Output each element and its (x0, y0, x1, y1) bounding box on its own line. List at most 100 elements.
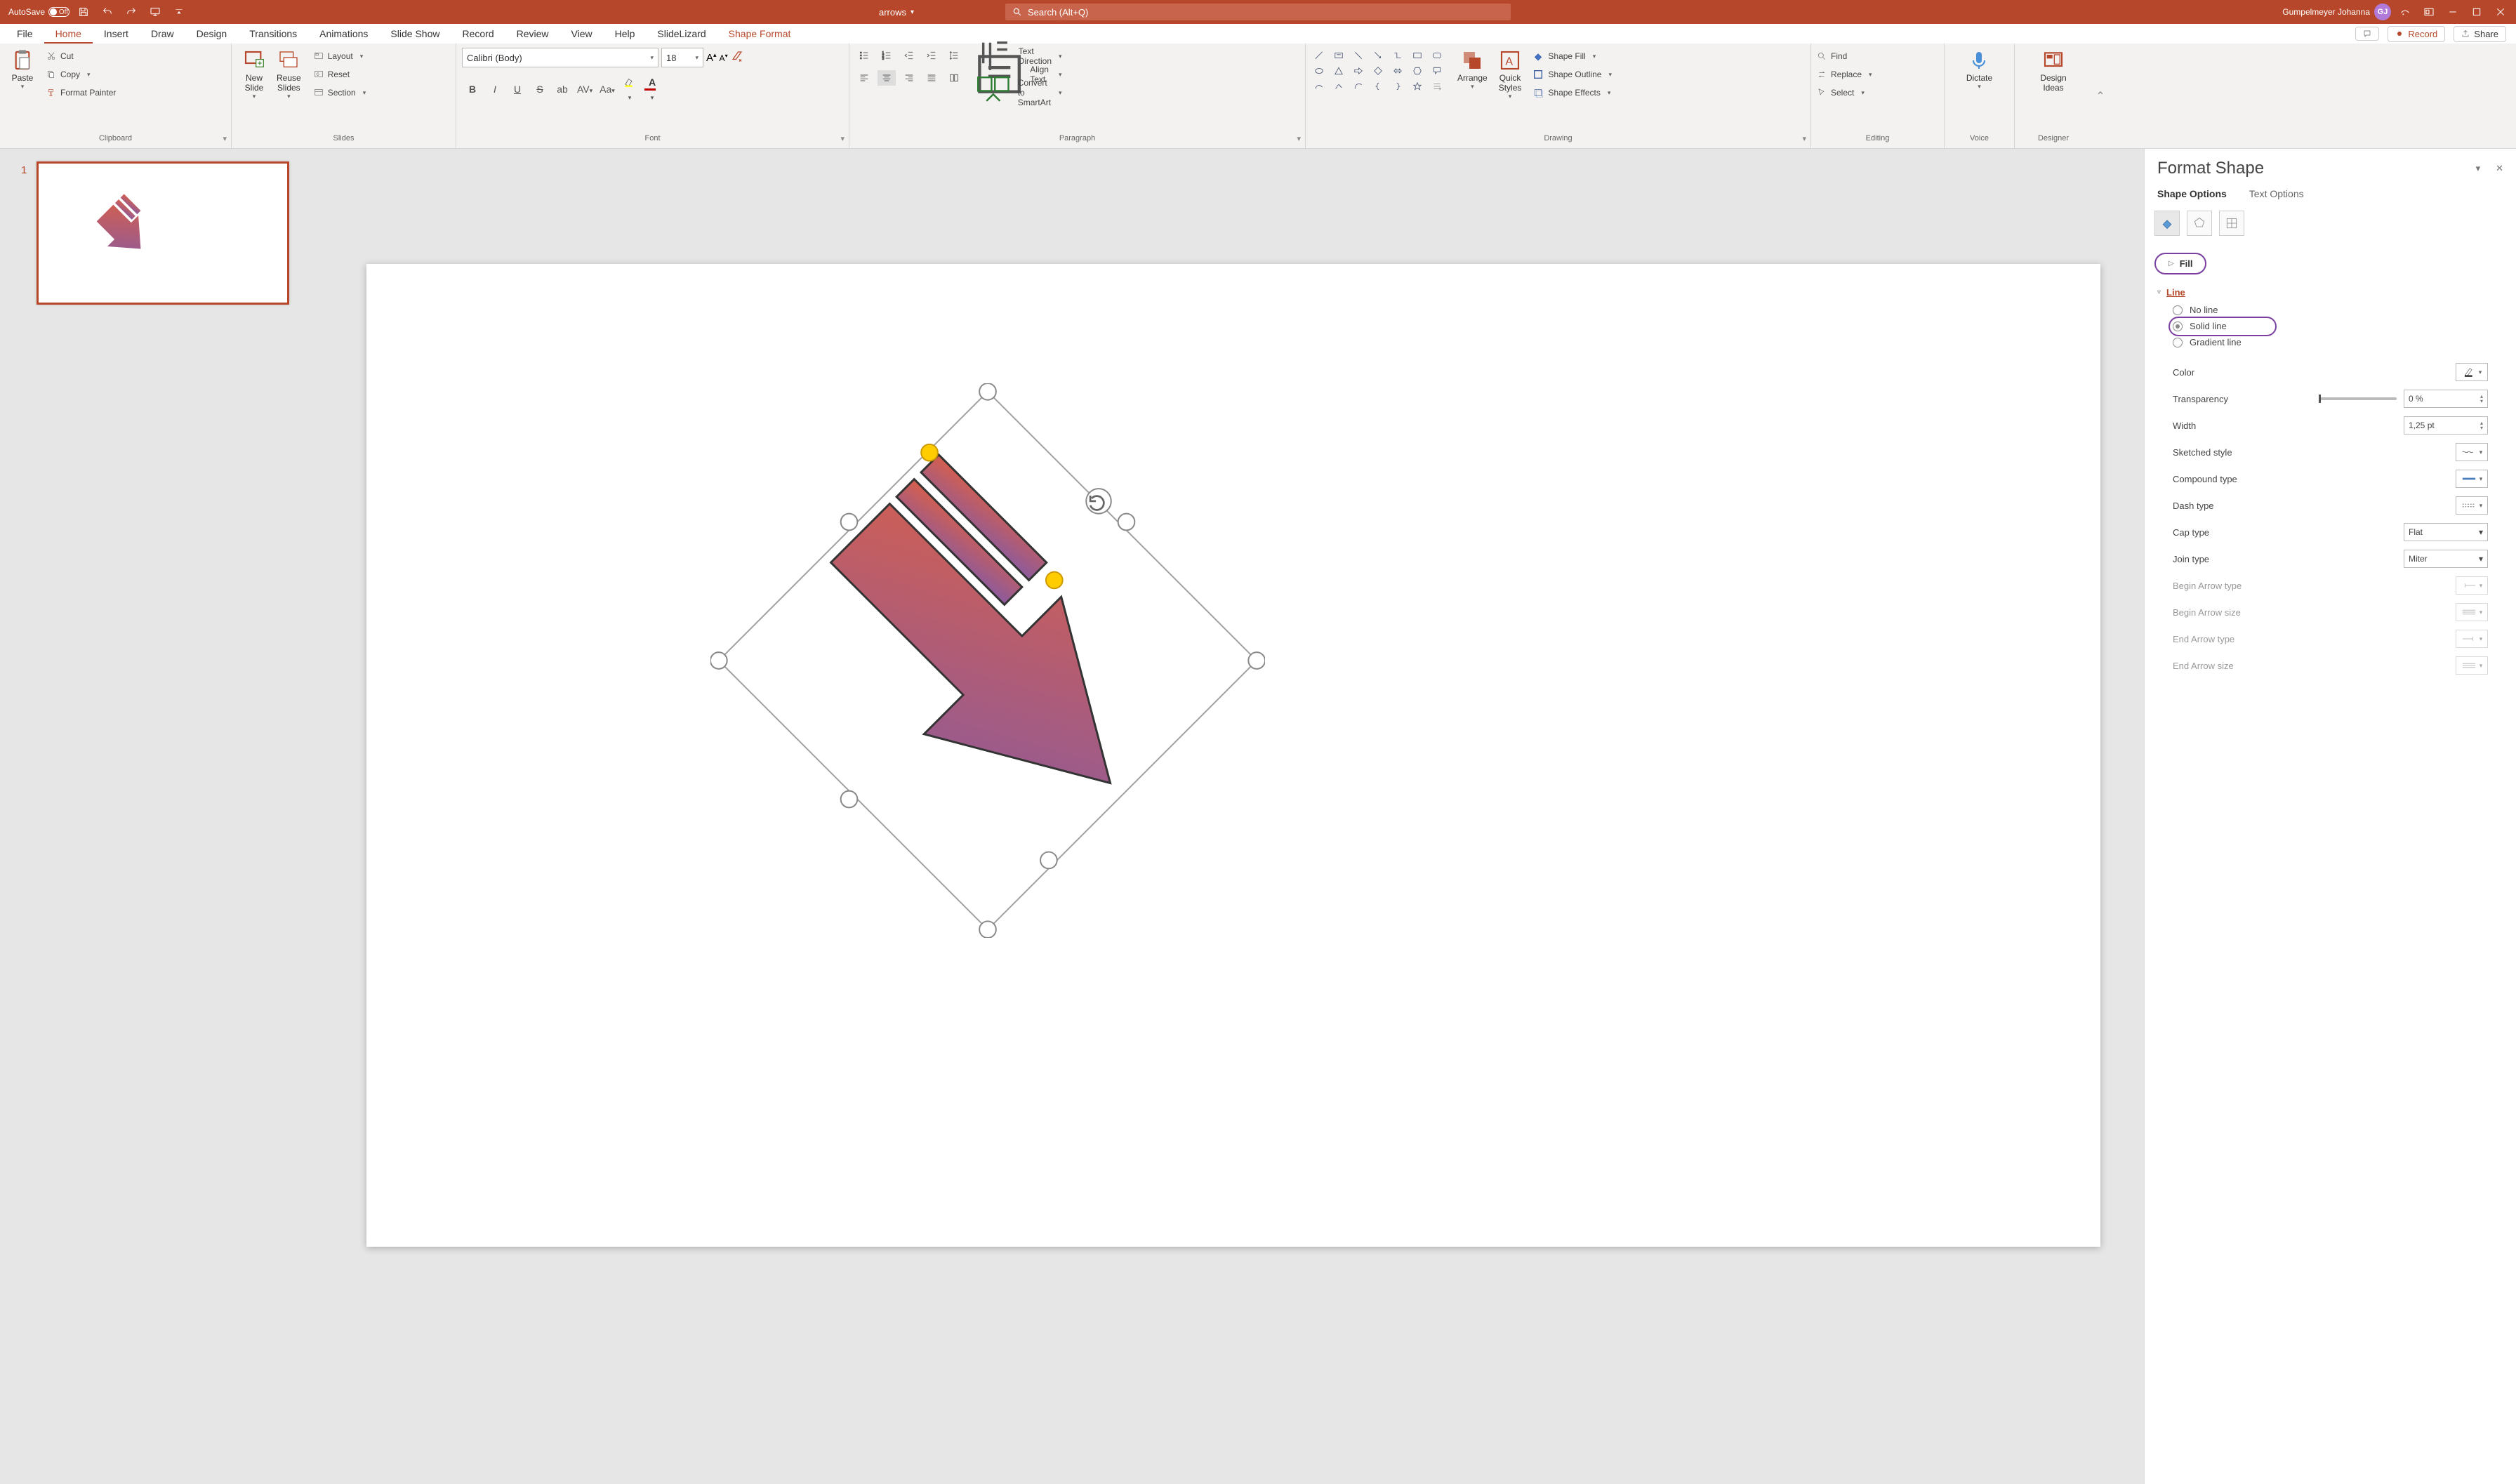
align-center-button[interactable] (878, 70, 896, 86)
share-button[interactable]: Share (2454, 26, 2506, 42)
tab-review[interactable]: Review (505, 24, 560, 44)
arrange-button[interactable]: Arrange▾ (1452, 48, 1493, 92)
highlight-button[interactable]: ▾ (622, 76, 637, 102)
shape-textbox-icon[interactable] (1331, 49, 1346, 62)
format-painter-button[interactable]: Format Painter (44, 84, 119, 101)
numbering-button[interactable]: 123 (878, 48, 896, 63)
reset-button[interactable]: Reset (311, 66, 369, 83)
font-launcher[interactable]: ▾ (840, 134, 845, 143)
tab-record[interactable]: Record (451, 24, 505, 44)
shape-triangle-icon[interactable] (1331, 65, 1346, 77)
transparency-input[interactable]: 0 %▴▾ (2404, 390, 2488, 408)
slide-thumbnail-1[interactable]: 1 (21, 161, 302, 305)
slide[interactable] (366, 264, 2100, 1247)
pane-dropdown-icon[interactable]: ▾ (2476, 163, 2481, 174)
shape-gallery[interactable] (1311, 48, 1445, 93)
linespacing-button[interactable] (945, 48, 963, 63)
size-category-icon[interactable] (2219, 211, 2244, 236)
ribbon-collapse-icon[interactable]: ⌃ (2092, 44, 2109, 148)
tab-shape-options[interactable]: Shape Options (2157, 188, 2227, 199)
record-button[interactable]: Record (2388, 26, 2445, 42)
paragraph-launcher[interactable]: ▾ (1297, 134, 1301, 143)
radio-solid-line[interactable]: Solid line (2154, 318, 2506, 334)
tab-home[interactable]: Home (44, 24, 93, 44)
indent-button[interactable] (922, 48, 941, 63)
transparency-slider[interactable] (2319, 397, 2397, 400)
save-icon[interactable] (74, 2, 93, 22)
pane-close-icon[interactable]: ✕ (2496, 163, 2503, 174)
line-section-header[interactable]: ▿ Line (2154, 283, 2506, 302)
align-right-button[interactable] (900, 70, 918, 86)
comments-button[interactable] (2355, 27, 2379, 41)
find-button[interactable]: Find (1817, 48, 1872, 65)
font-color-button[interactable]: A▾ (644, 77, 660, 102)
tab-file[interactable]: File (6, 24, 44, 44)
close-icon[interactable] (2491, 2, 2510, 22)
shape-callout-icon[interactable] (1429, 65, 1445, 77)
tab-insert[interactable]: Insert (93, 24, 140, 44)
tab-view[interactable]: View (560, 24, 604, 44)
cap-type-select[interactable]: Flat▾ (2404, 523, 2488, 541)
tab-slidelizard[interactable]: SlideLizard (646, 24, 717, 44)
undo-icon[interactable] (98, 2, 117, 22)
underline-button[interactable]: U (510, 84, 525, 95)
coming-soon-icon[interactable] (2395, 2, 2415, 22)
drawing-launcher[interactable]: ▾ (1802, 134, 1806, 143)
width-input[interactable]: 1,25 pt▴▾ (2404, 416, 2488, 435)
shape-curve-icon[interactable] (1311, 80, 1327, 93)
cut-button[interactable]: Cut (44, 48, 119, 65)
layout-button[interactable]: Layout▾ (311, 48, 369, 65)
fill-line-category-icon[interactable] (2154, 211, 2180, 236)
spacing-button[interactable]: AV▾ (577, 84, 592, 95)
bold-button[interactable]: B (465, 84, 480, 95)
justify-button[interactable] (922, 70, 941, 86)
bullets-button[interactable] (855, 48, 873, 63)
shape-rbrace-icon[interactable] (1390, 80, 1405, 93)
slide-canvas-area[interactable] (323, 149, 2144, 1484)
shape-roundrect-icon[interactable] (1429, 49, 1445, 62)
dash-type-button[interactable]: ▾ (2456, 496, 2488, 515)
fill-section-header[interactable]: ▷ Fill (2154, 253, 2206, 274)
shape-hex-icon[interactable] (1410, 65, 1425, 77)
autosave-toggle[interactable]: AutoSave Off (8, 7, 69, 17)
clipboard-launcher[interactable]: ▾ (223, 134, 227, 143)
quick-styles-button[interactable]: A Quick Styles▾ (1493, 48, 1528, 102)
sketched-style-button[interactable]: ▾ (2456, 443, 2488, 461)
reuse-slides-button[interactable]: Reuse Slides▾ (271, 48, 307, 102)
shape-rarrow-icon[interactable] (1351, 65, 1366, 77)
minimize-icon[interactable] (2443, 2, 2463, 22)
font-name-combo[interactable]: Calibri (Body)▾ (462, 48, 658, 67)
shadow-button[interactable]: ab (555, 84, 570, 95)
document-title[interactable]: arrows▾ (879, 0, 914, 24)
align-left-button[interactable] (855, 70, 873, 86)
shape-line-icon[interactable] (1311, 49, 1327, 62)
color-picker-button[interactable]: ▾ (2456, 363, 2488, 381)
shape-arc-icon[interactable] (1351, 80, 1366, 93)
italic-button[interactable]: I (487, 84, 503, 95)
radio-no-line[interactable]: No line (2154, 302, 2506, 318)
clear-format-icon[interactable] (731, 50, 743, 66)
font-size-combo[interactable]: 18▾ (661, 48, 703, 67)
replace-button[interactable]: Replace▾ (1817, 66, 1872, 83)
tab-draw[interactable]: Draw (140, 24, 185, 44)
compound-type-button[interactable]: ▾ (2456, 470, 2488, 488)
decrease-font-icon[interactable]: A▾ (720, 53, 728, 63)
tab-slideshow[interactable]: Slide Show (379, 24, 451, 44)
thumbnail-pane[interactable]: 1 (0, 149, 323, 1484)
ribbon-display-icon[interactable] (2419, 2, 2439, 22)
smartart-button[interactable]: Convert to SmartArt▾ (973, 84, 1062, 101)
shape-outline-button[interactable]: Shape Outline▾ (1532, 66, 1612, 83)
section-button[interactable]: Section▾ (311, 84, 369, 101)
design-ideas-button[interactable]: Design Ideas (2034, 48, 2072, 94)
selected-shape[interactable] (710, 383, 1265, 938)
tab-animations[interactable]: Animations (308, 24, 379, 44)
shape-more-icon[interactable] (1429, 80, 1445, 93)
tab-text-options[interactable]: Text Options (2249, 188, 2304, 199)
select-button[interactable]: Select▾ (1817, 84, 1872, 101)
qat-more-icon[interactable] (169, 2, 189, 22)
search-box[interactable]: Search (Alt+Q) (1005, 4, 1511, 20)
shape-lbrace-icon[interactable] (1370, 80, 1386, 93)
copy-button[interactable]: Copy▾ (44, 66, 119, 83)
case-button[interactable]: Aa▾ (600, 84, 615, 95)
shape-effects-button[interactable]: Shape Effects▾ (1532, 84, 1612, 101)
